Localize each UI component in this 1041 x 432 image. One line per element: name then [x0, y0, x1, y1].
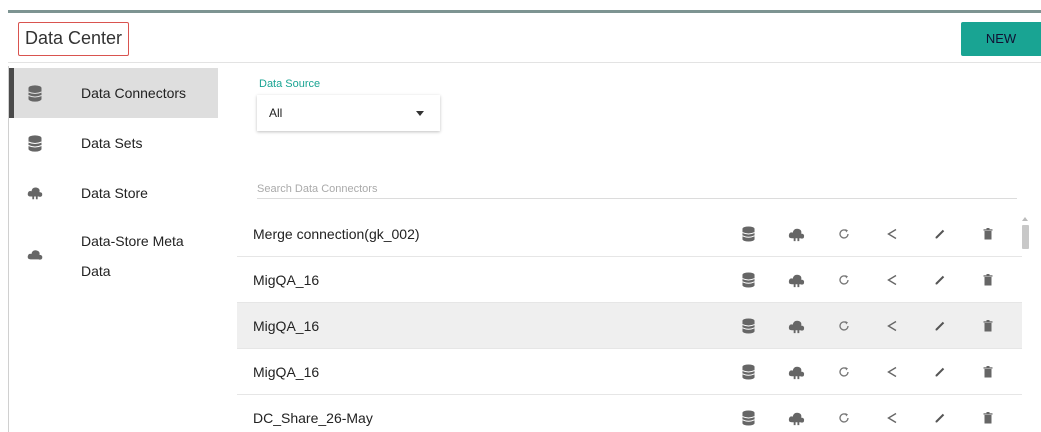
edit-icon[interactable] [916, 395, 964, 432]
sidebar-item-data-connectors[interactable]: Data Connectors [9, 68, 218, 118]
edit-icon[interactable] [916, 211, 964, 257]
sidebar-item-label: Data-Store Meta Data [81, 233, 184, 279]
connector-table: Merge connection(gk_002) MigQA_16 MigQA_16… [237, 211, 1022, 432]
refresh-icon[interactable] [820, 349, 868, 395]
sidebar-item-label: Data Sets [81, 135, 143, 151]
share-icon[interactable] [868, 257, 916, 303]
data-source-label: Data Source [259, 78, 321, 90]
cloud-store-icon[interactable] [772, 395, 820, 432]
main-panel: Data Source All Merge connection(gk_002)… [237, 68, 1037, 432]
edit-icon[interactable] [916, 349, 964, 395]
database-icon[interactable] [724, 395, 772, 432]
header-divider [8, 62, 1041, 63]
data-source-select[interactable]: All [257, 95, 440, 131]
cloud-icon [27, 245, 43, 263]
share-icon[interactable] [868, 211, 916, 257]
row-actions [724, 211, 1012, 257]
sidebar-item-data-sets[interactable]: Data Sets [9, 118, 218, 168]
table-row[interactable]: DC_Share_26-May [237, 395, 1022, 432]
caret-down-icon [416, 111, 424, 116]
delete-icon[interactable] [964, 211, 1012, 257]
delete-icon[interactable] [964, 257, 1012, 303]
delete-icon[interactable] [964, 349, 1012, 395]
connector-name[interactable]: MigQA_16 [253, 349, 319, 395]
database-icon [27, 84, 43, 102]
header-bar: Data Center NEW [8, 10, 1041, 66]
new-button[interactable]: NEW [961, 22, 1041, 56]
edit-icon[interactable] [916, 303, 964, 349]
connector-name[interactable]: DC_Share_26-May [253, 395, 373, 432]
share-icon[interactable] [868, 395, 916, 432]
delete-icon[interactable] [964, 303, 1012, 349]
cloud-store-icon [27, 184, 43, 202]
row-actions [724, 349, 1012, 395]
table-row[interactable]: MigQA_16 [237, 349, 1022, 395]
row-actions [724, 395, 1012, 432]
page-title: Data Center [18, 22, 130, 56]
row-actions [724, 257, 1012, 303]
scrollbar[interactable] [1021, 217, 1029, 432]
delete-icon[interactable] [964, 395, 1012, 432]
sidebar: Data Connectors Data Sets Data Store Dat… [9, 68, 218, 432]
database-icon[interactable] [724, 303, 772, 349]
refresh-icon[interactable] [820, 211, 868, 257]
table-row[interactable]: MigQA_16 [237, 303, 1022, 349]
sidebar-item-data-store-meta-data[interactable]: Data-Store Meta Data [9, 218, 218, 290]
sidebar-item-data-store[interactable]: Data Store [9, 168, 218, 218]
sidebar-item-label: Data Connectors [81, 85, 187, 101]
edit-icon[interactable] [916, 257, 964, 303]
connector-name[interactable]: Merge connection(gk_002) [253, 211, 420, 257]
scroll-up-icon[interactable] [1022, 217, 1028, 221]
connector-name[interactable]: MigQA_16 [253, 303, 319, 349]
database-icon[interactable] [724, 349, 772, 395]
scrollbar-thumb[interactable] [1022, 225, 1029, 249]
table-row[interactable]: MigQA_16 [237, 257, 1022, 303]
table-row[interactable]: Merge connection(gk_002) [237, 211, 1022, 257]
refresh-icon[interactable] [820, 303, 868, 349]
search-input[interactable] [257, 179, 1017, 199]
refresh-icon[interactable] [820, 395, 868, 432]
refresh-icon[interactable] [820, 257, 868, 303]
connector-name[interactable]: MigQA_16 [253, 257, 319, 303]
row-actions [724, 303, 1012, 349]
sidebar-item-label: Data Store [81, 185, 148, 201]
cloud-store-icon[interactable] [772, 349, 820, 395]
share-icon[interactable] [868, 349, 916, 395]
database-icon[interactable] [724, 257, 772, 303]
cloud-store-icon[interactable] [772, 303, 820, 349]
cloud-store-icon[interactable] [772, 211, 820, 257]
app-root: Data Center NEW Data Connectors Data Set… [0, 0, 1041, 432]
cloud-store-icon[interactable] [772, 257, 820, 303]
share-icon[interactable] [868, 303, 916, 349]
database-icon [27, 134, 43, 152]
data-source-value: All [269, 106, 283, 120]
database-icon[interactable] [724, 211, 772, 257]
